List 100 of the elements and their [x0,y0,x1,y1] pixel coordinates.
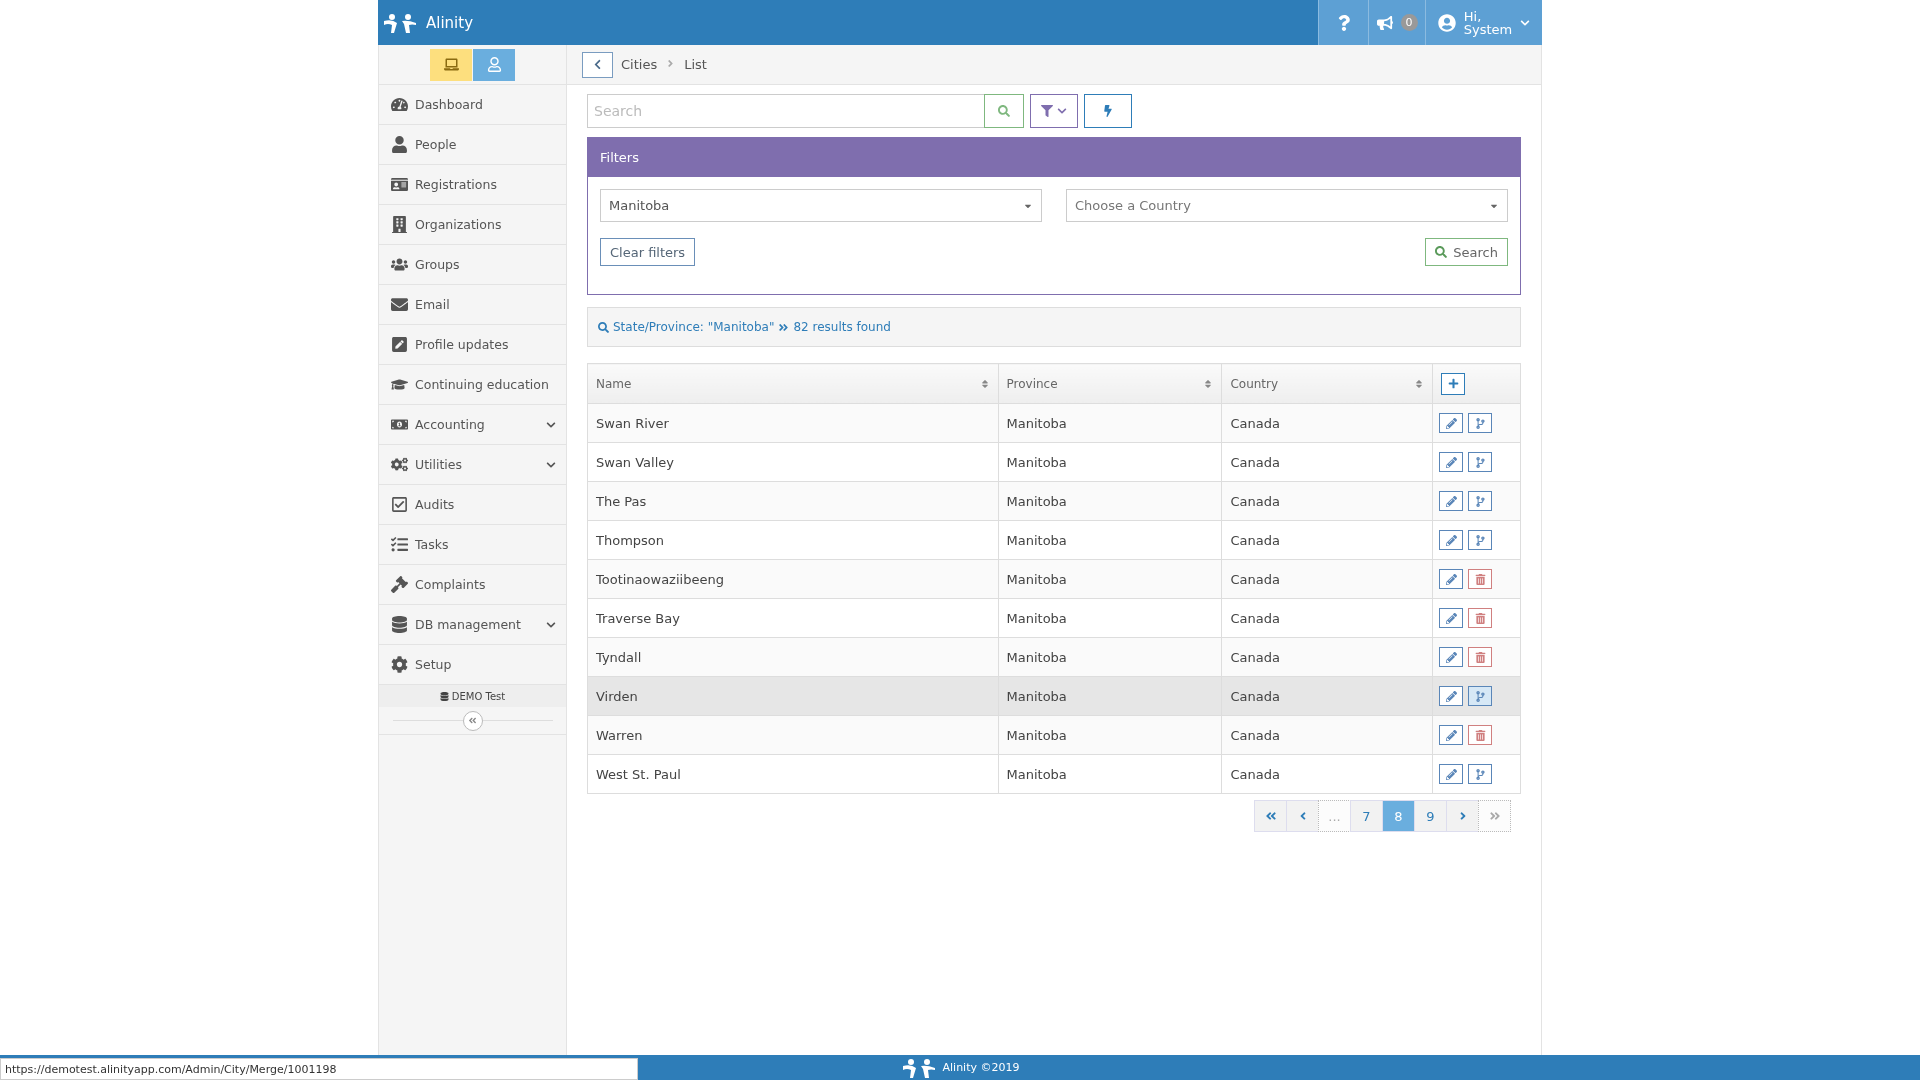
table-cell: Warren [587,715,998,755]
sidebar-item[interactable]: Dashboard [379,85,566,125]
laptop-icon [443,57,459,72]
first-page-button[interactable] [1254,800,1287,832]
plus-icon [1447,378,1459,389]
back-button[interactable] [582,51,613,78]
pencil-icon [1445,651,1457,663]
table-cell: Manitoba [998,559,1222,599]
delete-button[interactable] [1468,569,1492,589]
table-cell: Canada [1221,520,1433,560]
database-icon [439,691,449,701]
province-select[interactable]: Manitoba [600,189,1042,222]
breadcrumb-item[interactable]: Cities [621,57,658,72]
delete-button[interactable] [1468,725,1492,745]
breadcrumb-item[interactable]: List [684,57,707,72]
page-button[interactable]: 9 [1414,800,1447,832]
filters-title: Filters [588,138,1520,177]
quick-action-button[interactable] [1084,94,1132,128]
delete-button[interactable] [1468,608,1492,628]
chevrons-icon [468,716,477,725]
footer-copyright: Alinity ©2019 [942,1061,1020,1074]
last-page-icon [1488,810,1501,822]
sidebar-item[interactable]: Continuing education [379,365,566,405]
page-button[interactable]: 7 [1350,800,1383,832]
status-url: https://demotest.alinityapp.com/Admin/City/Merge/1001198 [0,1058,638,1080]
gavel-icon [391,576,408,593]
edit-button[interactable] [1439,764,1463,784]
banknote-icon [391,416,408,433]
trash-icon [1474,612,1486,624]
lightning-icon [1102,105,1114,117]
table-cell: West St. Paul [587,754,998,794]
table-cell: Canada [1221,637,1433,677]
branch-icon [1474,417,1486,429]
search-icon [1435,246,1448,258]
trash-icon [1474,729,1486,741]
table-cell: Manitoba [998,598,1222,638]
column-header[interactable]: Province [998,363,1222,404]
table-cell: Manitoba [998,481,1222,521]
edit-button[interactable] [1439,413,1463,433]
merge-button[interactable] [1468,452,1492,472]
merge-button[interactable] [1468,764,1492,784]
edit-button[interactable] [1439,686,1463,706]
search-button[interactable]: Search [1425,238,1508,266]
sidebar-item[interactable]: Audits [379,485,566,525]
table-cell: Canada [1221,481,1433,521]
edit-icon [391,336,408,353]
sidebar-item[interactable]: DB management [379,605,566,645]
table-cell: Manitoba [998,403,1222,443]
merge-button[interactable] [1468,413,1492,433]
add-button[interactable] [1441,372,1465,395]
collapse-button[interactable] [462,710,483,731]
edit-button[interactable] [1439,530,1463,550]
edit-button[interactable] [1439,491,1463,511]
sidebar-item[interactable]: Registrations [379,165,566,205]
trash-icon [1474,573,1486,585]
table-cell: Canada [1221,442,1433,482]
table-cell: Canada [1221,715,1433,755]
sidebar-item[interactable]: Groups [379,245,566,285]
sidebar-item[interactable]: Utilities [379,445,566,485]
trash-icon [1474,651,1486,663]
column-header[interactable]: Name [587,363,998,404]
sidebar-item[interactable]: Organizations [379,205,566,245]
pencil-icon [1445,417,1457,429]
branch-icon [1474,690,1486,702]
delete-button[interactable] [1468,647,1492,667]
column-header[interactable]: Country [1221,363,1433,404]
pencil-icon [1445,534,1457,546]
clear-filters-button[interactable]: Clear filters [600,238,696,266]
search-field[interactable]: Search [587,94,984,128]
edit-button[interactable] [1439,725,1463,745]
laptop-toggle[interactable] [430,48,472,81]
help-button[interactable] [1318,0,1368,45]
sidebar-item[interactable]: People [379,125,566,165]
sidebar-item[interactable]: Tasks [379,525,566,565]
merge-button[interactable] [1468,686,1492,706]
edit-button[interactable] [1439,452,1463,472]
table-cell: Manitoba [998,754,1222,794]
merge-button[interactable] [1468,530,1492,550]
user-toggle[interactable] [473,48,515,81]
sidebar-item[interactable]: Accounting [379,405,566,445]
filter-icon [1041,105,1053,117]
merge-button[interactable] [1468,491,1492,511]
edit-button[interactable] [1439,569,1463,589]
table-cell: Swan Valley [587,442,998,482]
search-button[interactable] [984,94,1024,128]
results-count: 82 results found [793,320,891,334]
sidebar-item[interactable]: Profile updates [379,325,566,365]
sort-icon [1203,378,1214,389]
table-cell: Manitoba [998,676,1222,716]
table-cell: Canada [1221,598,1433,638]
edit-button[interactable] [1439,647,1463,667]
settings-icon [391,656,408,673]
sidebar-item[interactable]: Complaints [379,565,566,605]
checkbox-icon [391,496,408,513]
country-select[interactable]: Choose a Country [1066,189,1508,222]
filter-button[interactable] [1030,94,1078,128]
table-cell: Canada [1221,559,1433,599]
edit-button[interactable] [1439,608,1463,628]
table-cell: Swan River [587,403,998,443]
sidebar-item[interactable]: Email [379,285,566,325]
